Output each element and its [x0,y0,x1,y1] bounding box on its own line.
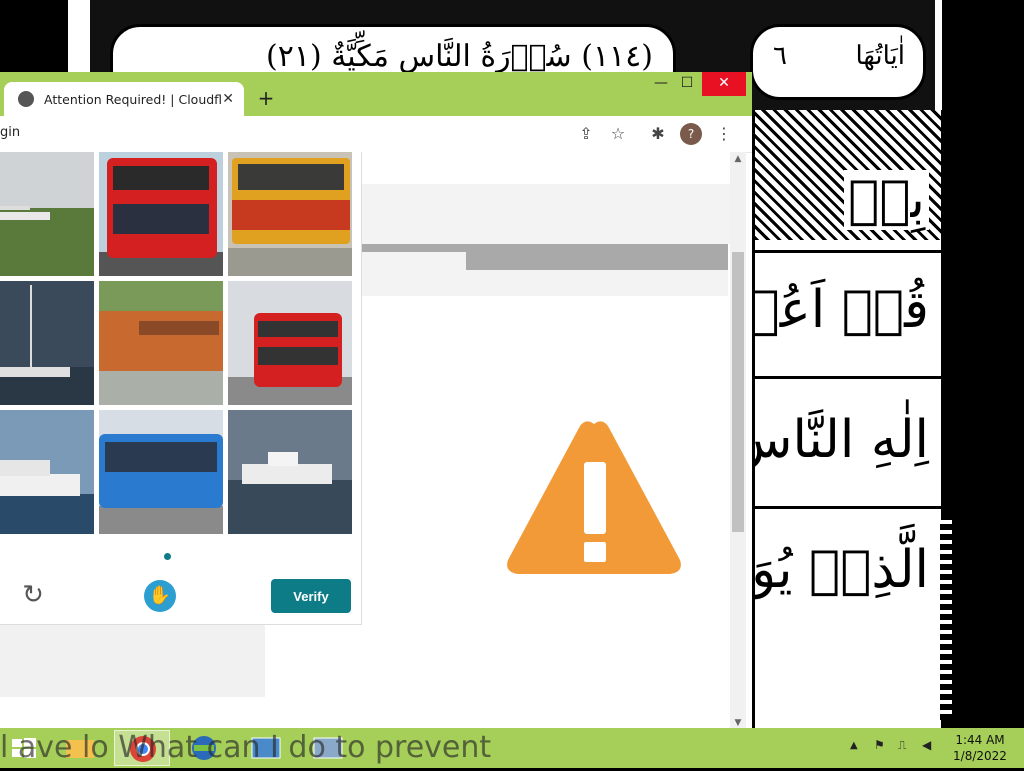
captcha-challenge: ↻ ✋ Verify [0,152,362,625]
header-verse-number: ٦ [773,41,787,71]
profile-avatar[interactable]: ? [680,123,702,145]
pagination-dot[interactable] [164,553,171,560]
captcha-tile-5[interactable] [99,281,223,405]
rule-2 [755,376,941,379]
close-window-button[interactable]: ✕ [702,72,746,96]
captcha-tile-1[interactable] [0,152,94,276]
verify-button[interactable]: Verify [271,579,351,613]
refresh-icon[interactable]: ↻ [18,580,48,610]
page-edge-decoration [940,520,952,720]
scroll-up-arrow-icon[interactable]: ▲ [730,152,746,166]
sailboat-image [0,281,94,405]
overlay-caption: l ave lo What can I do to prevent [0,730,492,765]
browser-title-bar[interactable]: Attention Required! | Cloudflare ✕ + — ☐… [0,72,752,116]
tab-title: Attention Required! | Cloudflare [44,91,223,107]
warning-icon [507,421,681,574]
captcha-tile-9[interactable] [228,410,352,534]
page-content: ↻ ✋ Verify [0,152,730,730]
yacht-image [0,410,94,534]
menu-kebab-icon[interactable]: ⋮ [714,124,734,144]
captcha-tile-8[interactable] [99,410,223,534]
train-image [99,281,223,405]
tray-expand-icon[interactable]: ▲ [850,740,858,751]
hand-glyph-icon: ✋ [148,585,172,606]
red-bus-image [228,281,352,405]
verse-line-2: اِلٰهِ النَّاسِ [728,410,929,470]
bismillah-line: بِسۡ [844,170,929,230]
page-header-band [362,184,730,244]
header-right-text: اٰيَاتُهَا [855,41,905,71]
page-light-strip [362,270,728,296]
header-left-text: (١١٤) سُوۡرَةُ النَّاسِ مَكِّيَّةٌ (٢١) [266,39,653,74]
clock-time: 1:44 AM [955,733,1005,747]
browser-toolbar: gin ⇪ ☆ ✱ ? ⋮ [0,116,752,153]
rule-3 [755,506,941,509]
new-tab-button[interactable]: + [256,86,276,110]
taskbar: l ave lo What can I do to prevent ▲ ⚑ ⎍ … [0,728,1024,768]
taskbar-clock[interactable]: 1:44 AM 1/8/2022 [944,732,1016,764]
airplane-image [0,152,94,276]
background-text-column: بِسۡ قُلۡ اَعُوۡذُ اِلٰهِ النَّاسِ الَّذ… [694,110,944,730]
share-icon[interactable]: ⇪ [576,124,596,144]
browser-window: Attention Required! | Cloudflare ✕ + — ☐… [0,72,752,730]
page-tab-notch [362,252,466,270]
extensions-icon[interactable]: ✱ [648,124,668,144]
network-icon[interactable]: ⎍ [898,738,906,753]
captcha-tile-7[interactable] [0,410,94,534]
captcha-tile-2[interactable] [99,152,223,276]
rule-1 [755,250,941,253]
security-alert-icon[interactable]: ⚑ [874,738,885,752]
captcha-tile-4[interactable] [0,281,94,405]
verse-line-3: الَّذِىۡ يُوَ [751,540,929,600]
captcha-tile-3[interactable] [228,152,352,276]
tab-cloudflare[interactable]: Attention Required! | Cloudflare ✕ [4,82,244,116]
speedboat-image [228,410,352,534]
address-bar[interactable]: gin [0,125,20,140]
page-lower-panel [0,622,265,697]
header-cartouche-right: اٰيَاتُهَا ٦ [750,24,926,100]
tab-close-icon[interactable]: ✕ [222,91,234,107]
captcha-tile-6[interactable] [228,281,352,405]
scroll-thumb[interactable] [732,252,744,532]
orange-bus-image [228,152,352,276]
hcaptcha-logo-icon[interactable]: ✋ [144,580,176,612]
star-icon[interactable]: ☆ [608,124,628,144]
blue-bus-image [99,410,223,534]
red-bus-image [99,152,223,276]
clock-date: 1/8/2022 [953,749,1007,763]
globe-icon [18,91,34,107]
volume-muted-icon[interactable]: ◀ [922,738,931,752]
page-scrollbar[interactable]: ▲ ▼ [730,152,746,730]
